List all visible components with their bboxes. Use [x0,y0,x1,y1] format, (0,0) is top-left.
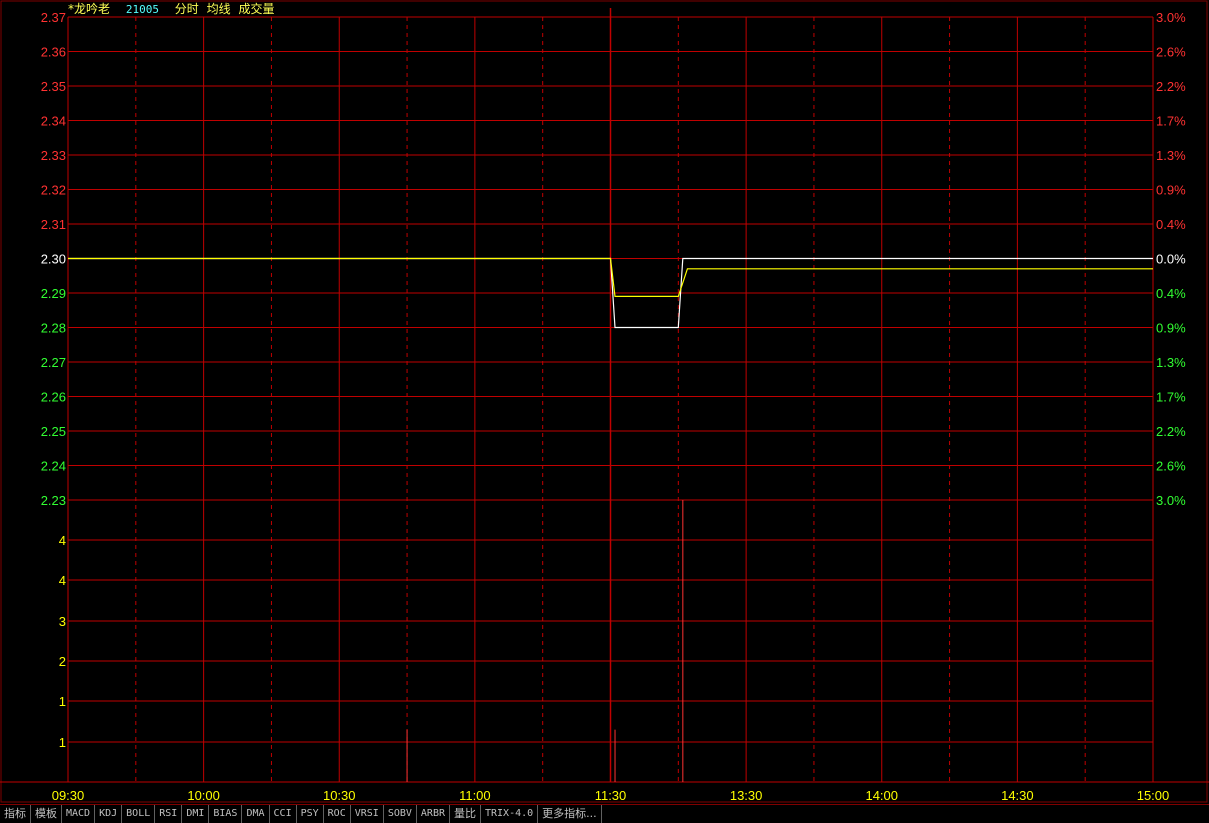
tab-boll[interactable]: BOLL [122,805,156,823]
percent-tick-label: 0.9% [1156,321,1186,336]
time-tick-label: 11:30 [595,788,627,803]
price-tick-label: 2.31 [41,217,66,232]
chart-frame [0,0,1208,803]
tab-macd[interactable]: MACD [62,805,96,823]
percent-tick-label: 1.7% [1156,114,1186,129]
grid-layer [0,0,1209,803]
price-axis-labels: 2.37 2.36 2.35 2.34 2.33 2.32 2.31 2.30 2.29 2.28… [41,10,66,508]
time-tick-label: 14:00 [865,788,898,803]
price-tick-label: 2.23 [41,493,66,508]
volume-tick-label: 1 [59,735,66,750]
percent-tick-label: 0.4% [1156,286,1186,301]
tab-kdj[interactable]: KDJ [95,805,123,823]
time-tick-label: 09:30 [52,788,85,803]
price-tick-label: 2.27 [41,355,66,370]
volume-bars [406,500,684,782]
percent-tick-label: 3.0% [1156,493,1186,508]
tab-sobv[interactable]: SOBV [384,805,417,823]
percent-tick-label: 1.7% [1156,390,1186,405]
price-tick-label: 2.33 [41,148,66,163]
tab-vrsi[interactable]: VRSI [351,805,384,823]
price-tick-label: 2.36 [41,45,66,60]
intraday-chart[interactable]: 2.37 2.36 2.35 2.34 2.33 2.32 2.31 2.30 2.29 2.28… [0,0,1209,804]
tab-template[interactable]: 模板 [31,805,62,823]
price-tick-label: 2.34 [41,114,66,129]
volume-tick-label: 2 [59,654,66,669]
percent-tick-label: 3.0% [1156,10,1186,25]
indicator-toolbar: 指标 模板 MACD KDJ BOLL RSI DMI BIAS DMA CCI… [0,804,1209,823]
tab-rsi[interactable]: RSI [155,805,183,823]
tab-more-indicators[interactable]: 更多指标... [538,805,602,823]
price-tick-label: 2.30 [41,252,66,267]
volume-tick-label: 1 [59,694,66,709]
time-tick-label: 10:30 [323,788,356,803]
price-tick-label: 2.24 [41,459,66,474]
tab-dmi[interactable]: DMI [182,805,210,823]
percent-tick-label: 2.6% [1156,459,1186,474]
percent-tick-label: 0.9% [1156,183,1186,198]
indicator-label: 成交量 [238,2,275,16]
price-tick-label: 2.26 [41,390,66,405]
price-tick-label: 2.28 [41,321,66,336]
tab-bias[interactable]: BIAS [209,805,243,823]
percent-tick-label: 2.6% [1156,45,1186,60]
percent-tick-label: 2.2% [1156,424,1186,439]
tab-roc[interactable]: ROC [324,805,351,823]
percent-tick-label: 0.0% [1156,252,1186,267]
tab-psy[interactable]: PSY [297,805,324,823]
volume-tick-label: 4 [59,533,66,548]
volume-axis-labels: 4 4 3 2 1 1 [59,533,66,750]
price-tick-label: 2.32 [41,183,66,198]
percent-tick-label: 1.3% [1156,148,1186,163]
percent-tick-label: 0.4% [1156,217,1186,232]
tab-cci[interactable]: CCI [270,805,297,823]
tab-arbr[interactable]: ARBR [417,805,450,823]
stock-name: *龙吟老 [68,2,111,16]
percent-axis-labels: 3.0% 2.6% 2.2% 1.7% 1.3% 0.9% 0.4% 0.0% 0.4% 0.9%… [1156,10,1186,508]
price-tick-label: 2.29 [41,286,66,301]
percent-tick-label: 1.3% [1156,355,1186,370]
time-tick-label: 11:00 [459,788,491,803]
chart-header: *龙吟老 21005 分时 均线 成交量 [68,1,279,17]
indicator-label: 分时 [174,2,199,16]
percent-tick-label: 2.2% [1156,79,1186,94]
volume-tick-label: 4 [59,573,66,588]
price-tick-label: 2.25 [41,424,66,439]
tab-dma[interactable]: DMA [242,805,270,823]
time-tick-label: 15:00 [1137,788,1170,803]
price-tick-label: 2.35 [41,79,66,94]
price-tick-label: 2.37 [41,10,66,25]
tab-volume-ratio[interactable]: 量比 [450,805,481,823]
volume-tick-label: 3 [59,614,66,629]
tab-trix[interactable]: TRIX-4.0 [481,805,539,823]
time-tick-label: 10:00 [187,788,220,803]
tab-indicator[interactable]: 指标 [0,805,31,823]
indicator-label: 均线 [206,2,231,16]
time-tick-label: 13:30 [730,788,763,803]
time-axis-labels: 09:30 10:00 10:30 11:00 11:30 13:30 14:00 14:30… [52,788,1170,803]
stock-code: 21005 [125,3,159,16]
time-tick-label: 14:30 [1001,788,1034,803]
